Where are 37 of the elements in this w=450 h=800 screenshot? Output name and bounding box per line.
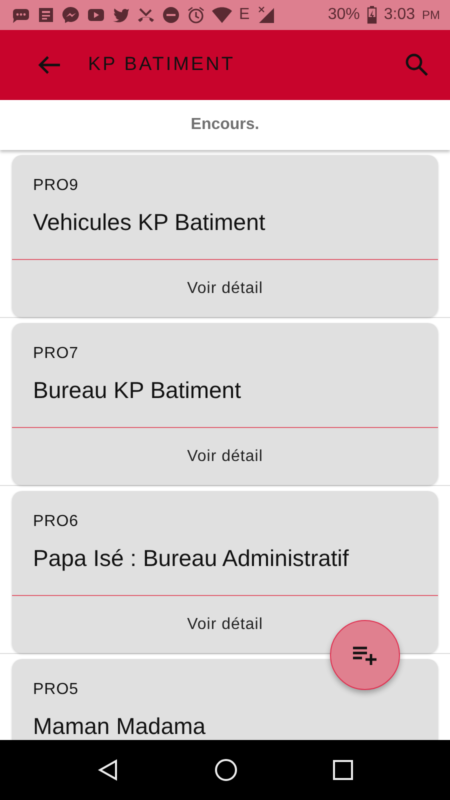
home-button[interactable] [214, 758, 238, 782]
detail-button[interactable]: Voir détail [12, 260, 438, 317]
project-code: PRO6 [33, 513, 79, 531]
signal-icon [256, 6, 275, 24]
project-name: Papa Isé : Bureau Administratif [33, 545, 349, 572]
message-icon [12, 6, 30, 24]
search-button[interactable] [404, 52, 430, 78]
app-title: KP BATIMENT [88, 54, 236, 76]
alarm-clock-icon [187, 6, 205, 24]
project-code: PRO5 [33, 681, 79, 699]
bird-icon [112, 6, 130, 24]
network-type: E [239, 6, 250, 24]
project-name: Vehicules KP Batiment [33, 209, 266, 236]
battery-icon [366, 6, 377, 24]
project-card[interactable]: PRO5 Maman Madama [12, 659, 438, 740]
clock-time: 3:03 [384, 6, 415, 24]
project-name: Bureau KP Batiment [33, 377, 241, 404]
time-suffix: PM [422, 8, 440, 22]
tab[interactable]: Encours. [182, 112, 268, 138]
project-card[interactable]: PRO7 Bureau KP Batiment Voir détail [12, 323, 438, 485]
project-code: PRO9 [33, 177, 79, 195]
playlist-add-icon [352, 645, 378, 665]
do-not-disturb-icon [162, 6, 180, 24]
project-name: Maman Madama [33, 713, 206, 740]
recents-button[interactable] [332, 760, 353, 780]
project-card[interactable]: PRO9 Vehicules KP Batiment Voir détail [12, 155, 438, 317]
detail-button[interactable]: Voir détail [12, 428, 438, 485]
messenger-icon [62, 6, 80, 24]
back-nav-button[interactable] [97, 759, 120, 781]
missed-call-icon [137, 6, 155, 24]
wifi-icon [212, 6, 232, 24]
battery-percent: 30% [328, 6, 360, 24]
project-code: PRO7 [33, 345, 79, 363]
project-card[interactable]: PRO6 Papa Isé : Bureau Administratif Voir détail [12, 491, 438, 653]
video-play-icon [87, 6, 105, 24]
news-icon [37, 6, 55, 24]
detail-button[interactable]: Voir détail [12, 596, 438, 653]
